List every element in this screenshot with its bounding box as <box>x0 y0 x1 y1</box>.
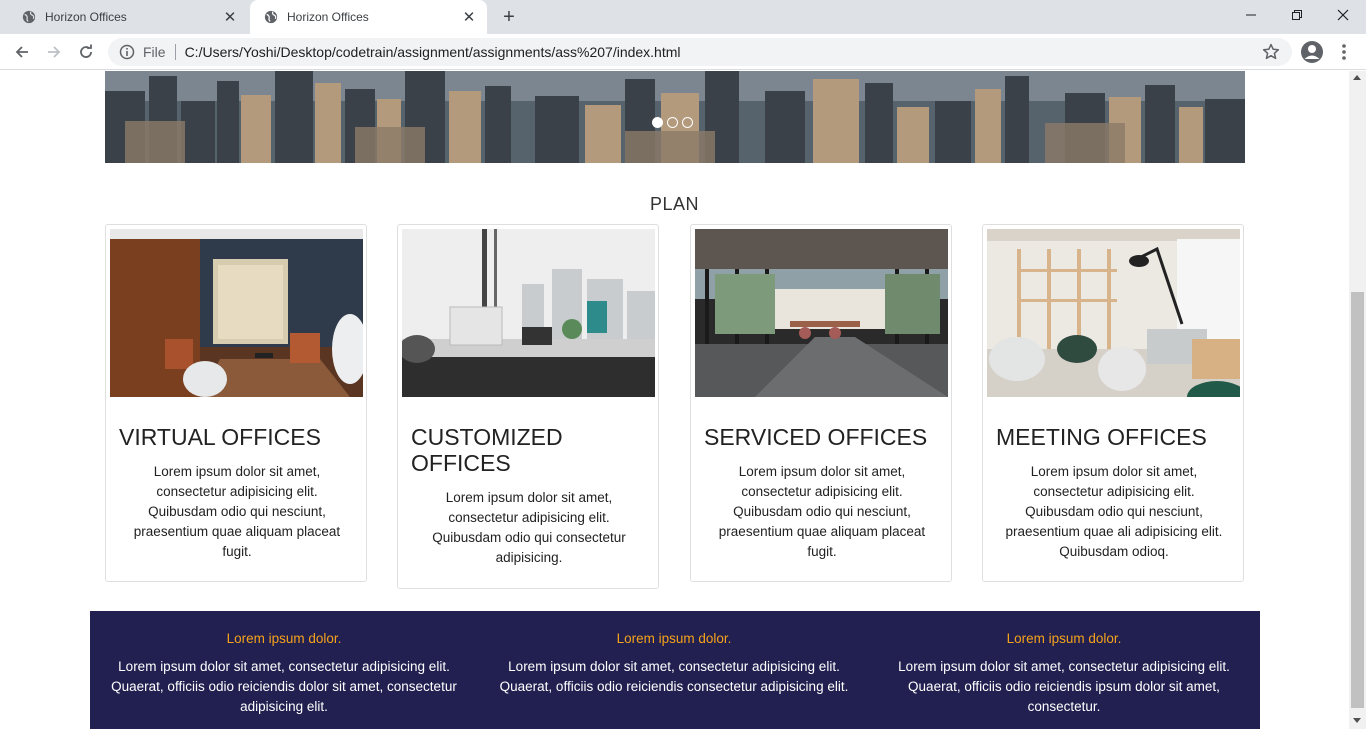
card-meeting-offices: MEETING OFFICES Lorem ipsum dolor sit am… <box>982 224 1244 582</box>
close-window-button[interactable] <box>1320 0 1366 30</box>
scroll-up-icon[interactable] <box>1353 75 1361 80</box>
card-image <box>695 229 948 397</box>
tab-strip: Horizon Offices ✕ Horizon Offices ✕ + <box>0 0 1366 34</box>
info-heading: Lorem ipsum dolor. <box>226 631 342 646</box>
card-text: Lorem ipsum dolor sit amet, consectetur … <box>432 490 626 565</box>
arrow-right-icon <box>48 46 61 58</box>
info-column-2: Lorem ipsum dolor. Lorem ipsum dolor sit… <box>484 631 864 697</box>
minimize-icon <box>1246 14 1256 16</box>
close-tab-icon[interactable]: ✕ <box>461 9 477 25</box>
minimize-button[interactable] <box>1228 0 1274 30</box>
info-column-3: Lorem ipsum dolor. Lorem ipsum dolor sit… <box>874 631 1254 717</box>
info-icon[interactable] <box>119 44 135 60</box>
office-photo-customized <box>402 229 655 397</box>
tab-horizon-offices-1[interactable]: Horizon Offices ✕ <box>8 0 248 34</box>
url-scheme-label: File <box>143 44 166 60</box>
office-photo-virtual <box>110 229 363 397</box>
globe-icon <box>22 10 36 24</box>
carousel-dot-2[interactable] <box>667 117 678 128</box>
hero-carousel <box>105 71 1245 163</box>
reload-button[interactable] <box>74 40 98 64</box>
tab-title: Horizon Offices <box>45 10 127 24</box>
tab-horizon-offices-2[interactable]: Horizon Offices ✕ <box>250 0 487 34</box>
close-icon <box>1337 9 1349 21</box>
more-menu-icon[interactable] <box>1336 42 1352 62</box>
globe-icon <box>264 10 278 24</box>
card-title: MEETING OFFICES <box>996 424 1207 450</box>
reload-icon <box>80 44 92 58</box>
section-title: PLAN <box>649 194 700 214</box>
tab-title: Horizon Offices <box>287 10 369 24</box>
carousel-indicators <box>652 117 693 128</box>
carousel-dot-1[interactable] <box>652 117 663 128</box>
info-heading: Lorem ipsum dolor. <box>616 631 732 646</box>
info-band: Lorem ipsum dolor. Lorem ipsum dolor sit… <box>90 611 1260 729</box>
forward-button[interactable] <box>42 40 66 64</box>
card-customized-offices: CUSTOMIZED OFFICES Lorem ipsum dolor sit… <box>397 224 659 589</box>
restore-icon <box>1292 10 1302 20</box>
omnibox-divider <box>174 44 176 60</box>
card-text: Lorem ipsum dolor sit amet, consectetur … <box>1005 464 1223 559</box>
scrollbar-thumb[interactable] <box>1351 292 1364 708</box>
profile-avatar-icon[interactable] <box>1300 40 1324 64</box>
info-column-1: Lorem ipsum dolor. Lorem ipsum dolor sit… <box>94 631 474 717</box>
info-text: Lorem ipsum dolor sit amet, consectetur … <box>111 659 457 714</box>
card-title: CUSTOMIZED OFFICES <box>411 424 563 476</box>
page-viewport: PLAN VIRTUAL OFFICES Lorem ipsum dolor s… <box>0 71 1349 729</box>
browser-toolbar: File C:/Users/Yoshi/Desktop/codetrain/as… <box>0 34 1366 70</box>
card-serviced-offices: SERVICED OFFICES Lorem ipsum dolor sit a… <box>690 224 952 582</box>
card-image <box>110 229 363 397</box>
card-title: VIRTUAL OFFICES <box>119 424 321 450</box>
close-tab-icon[interactable]: ✕ <box>222 9 238 25</box>
office-photo-meeting <box>987 229 1240 397</box>
address-bar[interactable]: File C:/Users/Yoshi/Desktop/codetrain/as… <box>108 38 1292 66</box>
arrow-left-icon <box>15 46 28 58</box>
card-virtual-offices: VIRTUAL OFFICES Lorem ipsum dolor sit am… <box>105 224 367 582</box>
back-button[interactable] <box>10 40 34 64</box>
card-image <box>987 229 1240 397</box>
carousel-dot-3[interactable] <box>682 117 693 128</box>
page-scrollbar[interactable] <box>1349 71 1366 729</box>
card-image <box>402 229 655 397</box>
card-title: SERVICED OFFICES <box>704 424 928 450</box>
info-text: Lorem ipsum dolor sit amet, consectetur … <box>898 659 1230 714</box>
office-photo-serviced <box>695 229 948 397</box>
info-text: Lorem ipsum dolor sit amet, consectetur … <box>499 659 849 694</box>
bookmark-star-icon[interactable] <box>1262 43 1280 61</box>
new-tab-button[interactable]: + <box>497 6 521 28</box>
card-text: Lorem ipsum dolor sit amet, consectetur … <box>133 464 341 559</box>
card-text: Lorem ipsum dolor sit amet, consectetur … <box>718 464 926 559</box>
url-text[interactable]: C:/Users/Yoshi/Desktop/codetrain/assignm… <box>185 44 681 60</box>
info-heading: Lorem ipsum dolor. <box>1006 631 1122 646</box>
restore-button[interactable] <box>1274 0 1320 30</box>
scroll-down-icon[interactable] <box>1353 718 1361 723</box>
